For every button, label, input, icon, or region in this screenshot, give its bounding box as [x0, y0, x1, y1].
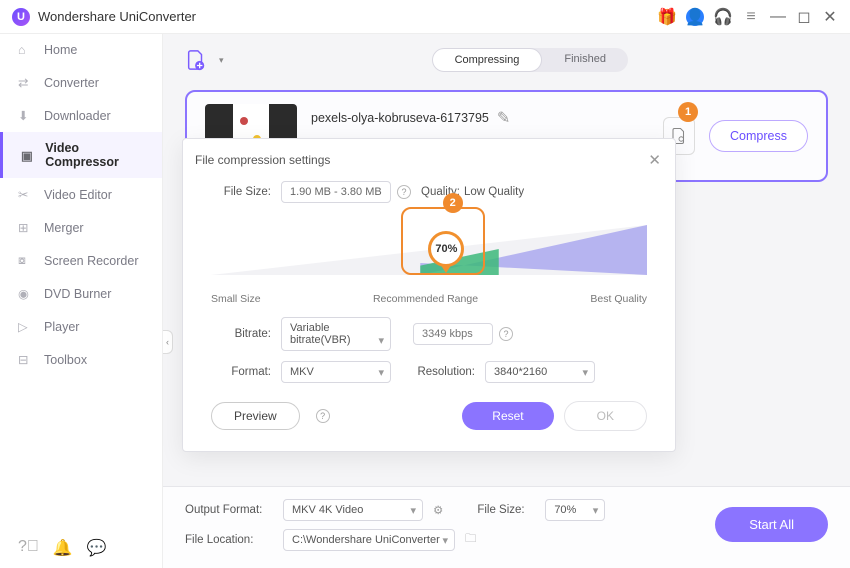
help-circle-icon[interactable]: ?⃝ [18, 538, 39, 558]
axis-recommended: Recommended Range [373, 293, 478, 305]
sidebar-item-converter[interactable]: ⇄ Converter [0, 66, 162, 99]
app-title: Wondershare UniConverter [38, 9, 196, 24]
filesize-label: File Size: [477, 504, 535, 516]
format-select[interactable]: MKV [281, 361, 391, 383]
bitrate-label: Bitrate: [211, 328, 281, 340]
gift-icon[interactable]: 🎁 [658, 8, 676, 26]
sidebar-item-label: Video Editor [44, 188, 112, 202]
add-file-button[interactable] [185, 49, 207, 71]
edit-name-icon[interactable]: ✎ [497, 108, 510, 128]
close-icon[interactable]: ✕ [648, 151, 661, 169]
compress-button[interactable]: Compress [709, 120, 808, 152]
open-folder-icon[interactable]: 🗀 [465, 531, 477, 550]
sidebar-item-label: Merger [44, 221, 84, 235]
tab-compressing[interactable]: Compressing [432, 48, 543, 72]
sidebar-item-label: Player [44, 320, 79, 334]
format-label: Format: [211, 366, 281, 378]
bitrate-select[interactable]: Variable bitrate(VBR) [281, 317, 391, 351]
scissors-icon: ✂ [18, 187, 34, 202]
sidebar-item-home[interactable]: ⌂ Home [0, 34, 162, 66]
sidebar-item-label: Converter [44, 76, 99, 90]
compress-icon: ▣ [21, 148, 35, 163]
sidebar-item-label: Downloader [44, 109, 111, 123]
window-maximize-button[interactable]: ◻ [796, 8, 812, 26]
preview-button[interactable]: Preview [211, 402, 300, 430]
sidebar-item-dvd-burner[interactable]: ◉ DVD Burner [0, 277, 162, 310]
sidebar-item-player[interactable]: ▷ Player [0, 310, 162, 343]
footer-icons: ?⃝ 🔔 💬 [18, 538, 107, 558]
axis-best-quality: Best Quality [590, 293, 647, 305]
sidebar-item-downloader[interactable]: ⬇ Downloader [0, 99, 162, 132]
sidebar-item-toolbox[interactable]: ⊟ Toolbox [0, 343, 162, 376]
hamburger-menu-icon[interactable]: ≡ [742, 8, 760, 26]
sidebar-item-video-compressor[interactable]: ▣ Video Compressor [0, 132, 162, 178]
toolbox-icon: ⊟ [18, 352, 34, 367]
compression-settings-modal: File compression settings ✕ File Size: 1… [182, 138, 676, 452]
sidebar: ⌂ Home ⇄ Converter ⬇ Downloader ▣ Video Comp… [0, 34, 163, 568]
sidebar-item-video-editor[interactable]: ✂ Video Editor [0, 178, 162, 211]
record-icon: ⧇ [18, 253, 34, 268]
sidebar-item-label: Video Compressor [45, 141, 144, 169]
disc-icon: ◉ [18, 286, 34, 301]
ok-button[interactable]: OK [564, 401, 647, 431]
sidebar-collapse-handle[interactable]: ‹ [163, 330, 173, 354]
sidebar-item-merger[interactable]: ⊞ Merger [0, 211, 162, 244]
download-icon: ⬇ [18, 108, 34, 123]
sidebar-item-label: Toolbox [44, 353, 87, 367]
help-icon[interactable]: ? [499, 327, 513, 341]
titlebar: U Wondershare UniConverter 🎁 👤 🎧 ≡ — ◻ ✕ [0, 0, 850, 34]
reset-button[interactable]: Reset [462, 402, 553, 430]
window-minimize-button[interactable]: — [770, 8, 786, 26]
file-location-select[interactable]: C:\Wondershare UniConverter [283, 529, 455, 551]
home-icon: ⌂ [18, 43, 34, 57]
add-file-dropdown-icon[interactable]: ▾ [219, 55, 224, 66]
support-headset-icon[interactable]: 🎧 [714, 8, 732, 26]
resolution-select[interactable]: 3840*2160 [485, 361, 595, 383]
filesize-select[interactable]: 70% [545, 499, 605, 521]
quality-value: Low Quality [464, 186, 524, 198]
filesize-input[interactable]: 1.90 MB - 3.80 MB [281, 181, 391, 203]
modal-title: File compression settings [195, 153, 647, 167]
sidebar-item-label: DVD Burner [44, 287, 111, 301]
help-icon[interactable]: ? [397, 185, 411, 199]
help-icon[interactable]: ? [316, 409, 330, 423]
merge-icon: ⊞ [18, 220, 34, 235]
callout-badge-1: 1 [678, 102, 698, 122]
start-all-button[interactable]: Start All [715, 507, 828, 542]
user-account-icon[interactable]: 👤 [686, 8, 704, 26]
output-format-select[interactable]: MKV 4K Video [283, 499, 423, 521]
callout-badge-2: 2 [443, 193, 463, 213]
bell-icon[interactable]: 🔔 [53, 538, 73, 558]
play-icon: ▷ [18, 319, 34, 334]
output-format-label: Output Format: [185, 504, 273, 516]
compression-slider-chart[interactable]: 2 70% [211, 211, 647, 289]
file-name: pexels-olya-kobruseva-6173795 [311, 111, 489, 125]
file-location-label: File Location: [185, 534, 273, 546]
resolution-label: Resolution: [413, 366, 485, 378]
sidebar-item-label: Home [44, 43, 77, 57]
axis-small-size: Small Size [211, 293, 261, 305]
sidebar-item-screen-recorder[interactable]: ⧇ Screen Recorder [0, 244, 162, 277]
app-logo: U [12, 8, 30, 26]
tabbar: Compressing Finished [432, 48, 628, 72]
window-close-button[interactable]: ✕ [822, 8, 838, 26]
sidebar-item-label: Screen Recorder [44, 254, 139, 268]
slider-knob[interactable]: 70% [428, 231, 464, 267]
bitrate-kbps-input[interactable] [413, 323, 493, 345]
filesize-label: File Size: [211, 186, 281, 198]
tab-finished[interactable]: Finished [542, 48, 628, 72]
converter-icon: ⇄ [18, 75, 34, 90]
chat-icon[interactable]: 💬 [87, 538, 107, 558]
output-settings-icon[interactable]: ⚙ [433, 503, 443, 517]
bottom-bar: Output Format: MKV 4K Video ⚙ File Size:… [163, 486, 850, 568]
